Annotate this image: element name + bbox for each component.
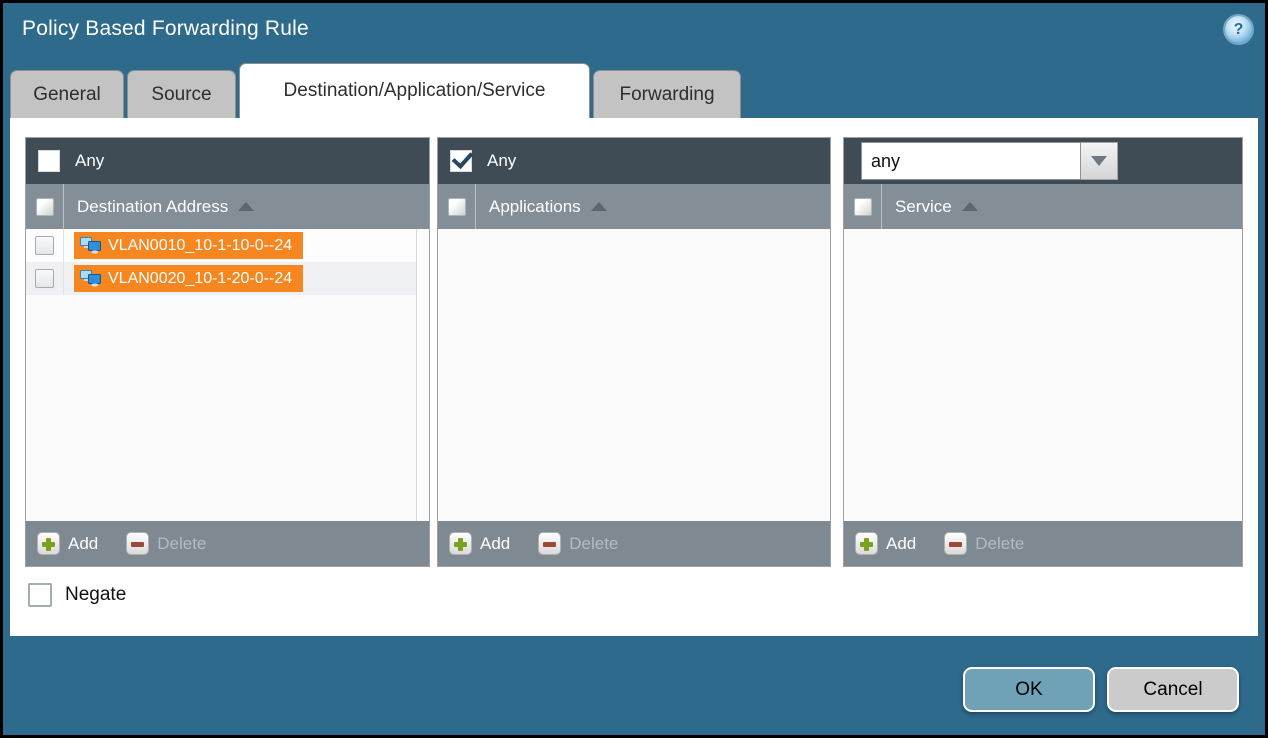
sort-ascending-icon (962, 202, 978, 211)
policy-based-forwarding-rule-dialog: Policy Based Forwarding Rule ? General S… (3, 3, 1265, 735)
chevron-down-icon (1091, 156, 1107, 166)
plus-icon (855, 532, 878, 555)
row-checkbox[interactable] (35, 269, 54, 288)
help-icon[interactable]: ? (1225, 16, 1252, 43)
plus-icon (37, 532, 60, 555)
question-mark-glyph: ? (1234, 22, 1244, 38)
address-object-chip[interactable]: VLAN0010_10-1-10-0--24 (74, 232, 303, 259)
minus-icon (126, 532, 149, 555)
destination-grid: Destination Address (26, 184, 429, 521)
destination-any-bar: Any (26, 138, 429, 184)
add-button-label: Add (68, 534, 98, 554)
service-dropdown-button[interactable] (1081, 142, 1118, 180)
service-dropdown-input[interactable] (861, 142, 1081, 180)
tab-destination-application-service[interactable]: Destination/Application/Service (239, 63, 590, 118)
service-panel: Service Add Delete (843, 137, 1243, 567)
applications-any-checkbox[interactable] (450, 150, 472, 172)
delete-button-label: Delete (157, 534, 206, 554)
destination-header-label: Destination Address (77, 197, 228, 217)
service-grid: Service (844, 184, 1242, 521)
service-column-header[interactable]: Service (844, 184, 1242, 229)
destination-column-header[interactable]: Destination Address (26, 184, 429, 229)
applications-panel: Any Applications Add Delete (437, 137, 831, 567)
minus-icon (944, 532, 967, 555)
applications-rows (438, 229, 830, 521)
service-any-bar (844, 138, 1242, 184)
table-row[interactable]: VLAN0010_10-1-10-0--24 (26, 229, 429, 262)
destination-any-checkbox[interactable] (38, 150, 60, 172)
network-address-icon (80, 270, 101, 287)
cancel-button[interactable]: Cancel (1107, 667, 1239, 712)
destination-any-label: Any (75, 151, 104, 171)
applications-toolbar: Add Delete (438, 521, 830, 566)
delete-button[interactable]: Delete (126, 532, 206, 555)
applications-any-label: Any (487, 151, 516, 171)
negate-option: Negate (28, 583, 126, 607)
address-object-label: VLAN0020_10-1-20-0--24 (108, 270, 292, 288)
plus-icon (449, 532, 472, 555)
minus-icon (538, 532, 561, 555)
applications-grid: Applications (438, 184, 830, 521)
service-header-label: Service (895, 197, 952, 217)
vertical-scrollbar[interactable] (416, 229, 429, 521)
service-dropdown (849, 142, 1118, 180)
row-checkbox[interactable] (35, 236, 54, 255)
add-button[interactable]: Add (855, 532, 916, 555)
delete-button[interactable]: Delete (538, 532, 618, 555)
address-object-label: VLAN0010_10-1-10-0--24 (108, 237, 292, 255)
dialog-title: Policy Based Forwarding Rule (22, 17, 309, 41)
delete-button-label: Delete (975, 534, 1024, 554)
destination-toolbar: Add Delete (26, 521, 429, 566)
delete-button[interactable]: Delete (944, 532, 1024, 555)
negate-checkbox[interactable] (28, 583, 52, 607)
service-rows (844, 229, 1242, 521)
delete-button-label: Delete (569, 534, 618, 554)
applications-header-label: Applications (489, 197, 581, 217)
sort-ascending-icon (238, 202, 254, 211)
table-row[interactable]: VLAN0020_10-1-20-0--24 (26, 262, 429, 295)
applications-column-header[interactable]: Applications (438, 184, 830, 229)
tab-general[interactable]: General (10, 70, 124, 118)
address-object-chip[interactable]: VLAN0020_10-1-20-0--24 (74, 265, 303, 292)
tab-source[interactable]: Source (127, 70, 236, 118)
tab-forwarding[interactable]: Forwarding (593, 70, 741, 118)
service-toolbar: Add Delete (844, 521, 1242, 566)
destination-select-all-checkbox[interactable] (36, 198, 54, 216)
add-button-label: Add (480, 534, 510, 554)
destination-address-panel: Any Destination Address (25, 137, 430, 567)
applications-select-all-checkbox[interactable] (448, 198, 466, 216)
negate-label: Negate (65, 584, 126, 606)
sort-ascending-icon (591, 202, 607, 211)
add-button-label: Add (886, 534, 916, 554)
service-select-all-checkbox[interactable] (854, 198, 872, 216)
ok-button[interactable]: OK (963, 667, 1095, 712)
destination-rows: VLAN0010_10-1-10-0--24 (26, 229, 429, 521)
add-button[interactable]: Add (37, 532, 98, 555)
network-address-icon (80, 237, 101, 254)
applications-any-bar: Any (438, 138, 830, 184)
screen: Policy Based Forwarding Rule ? General S… (0, 0, 1268, 738)
add-button[interactable]: Add (449, 532, 510, 555)
